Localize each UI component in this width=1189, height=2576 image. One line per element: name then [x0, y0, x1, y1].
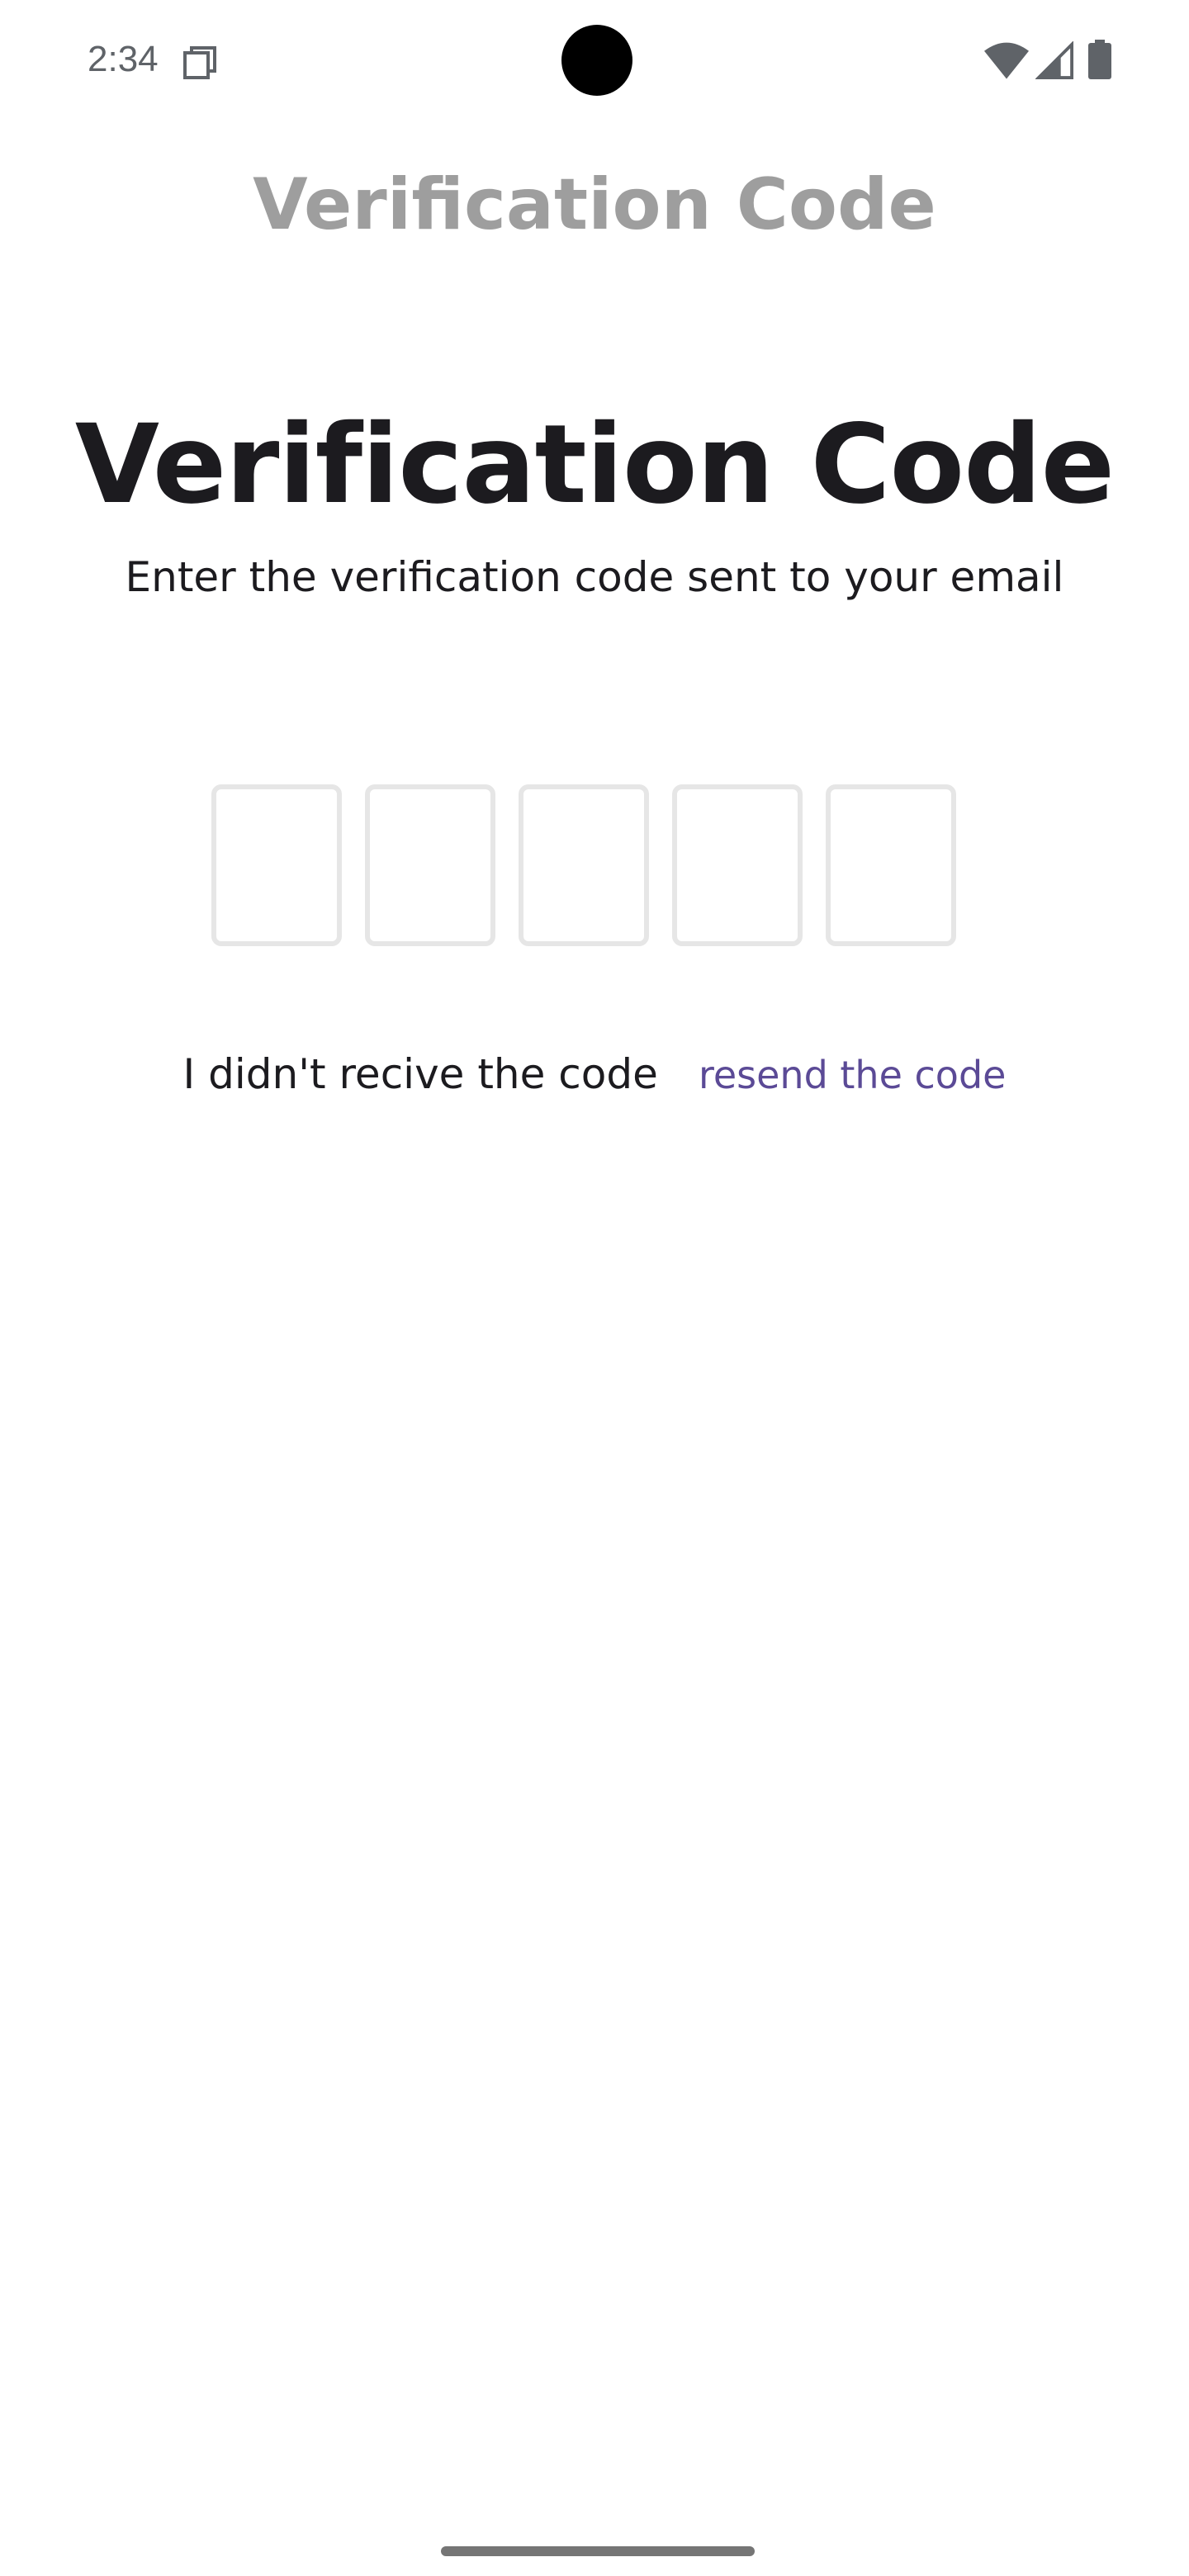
- code-digit-input-3[interactable]: [519, 784, 649, 946]
- page-title: Verification Code: [74, 401, 1115, 528]
- camera-cutout: [561, 25, 632, 96]
- status-time: 2:34: [88, 39, 159, 79]
- wifi-icon: [984, 42, 1029, 79]
- resend-code-link[interactable]: resend the code: [699, 1053, 1007, 1097]
- no-code-text: I didn't recive the code: [182, 1050, 658, 1098]
- code-digit-input-1[interactable]: [211, 784, 342, 946]
- code-digit-input-5[interactable]: [826, 784, 956, 946]
- code-digit-input-4[interactable]: [672, 784, 803, 946]
- screen-record-icon: [183, 46, 216, 79]
- home-indicator[interactable]: [441, 2546, 755, 2556]
- code-input-row: [211, 784, 956, 946]
- verification-screen: 2:34 Verification Code Verification Code…: [0, 0, 1189, 2576]
- signal-icon: [1035, 41, 1073, 79]
- app-bar-title: Verification Code: [253, 163, 936, 246]
- resend-row: I didn't recive the code resend the code: [0, 1045, 1189, 1104]
- page-subtitle: Enter the verification code sent to your…: [125, 553, 1064, 601]
- battery-icon: [1088, 40, 1111, 79]
- code-digit-input-2[interactable]: [365, 784, 495, 946]
